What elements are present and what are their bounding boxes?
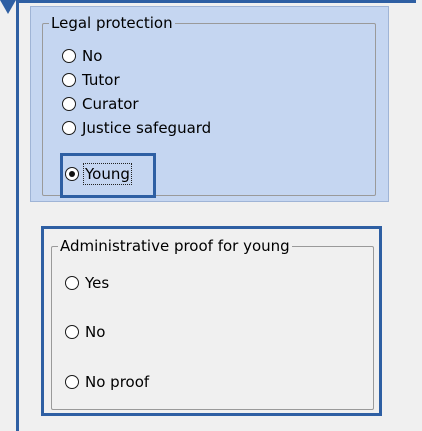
legal-option-tutor-label: Tutor xyxy=(82,71,120,89)
legal-option-young[interactable]: Young xyxy=(65,163,132,185)
legal-option-tutor[interactable]: Tutor xyxy=(62,69,120,91)
radio-icon[interactable] xyxy=(62,49,76,63)
admin-proof-legend: Administrative proof for young xyxy=(60,237,290,255)
legal-option-no[interactable]: No xyxy=(62,45,102,67)
radio-icon[interactable] xyxy=(65,325,79,339)
admin-option-yes-label: Yes xyxy=(85,274,110,292)
legal-option-curator-label: Curator xyxy=(82,95,139,113)
legal-protection-legend: Legal protection xyxy=(51,14,173,32)
legal-option-young-label: Young xyxy=(83,163,132,185)
legal-option-no-label: No xyxy=(82,47,103,65)
admin-option-yes[interactable]: Yes xyxy=(65,272,109,294)
radio-icon[interactable] xyxy=(62,121,76,135)
corner-arrow-icon xyxy=(0,0,16,14)
admin-option-no-proof[interactable]: No proof xyxy=(65,371,149,393)
radio-selected-icon[interactable] xyxy=(65,167,79,181)
radio-icon[interactable] xyxy=(62,97,76,111)
legal-option-justice-safeguard[interactable]: Justice safeguard xyxy=(62,117,211,139)
radio-icon[interactable] xyxy=(65,375,79,389)
window-top-border xyxy=(16,0,416,3)
admin-option-no[interactable]: No xyxy=(65,321,105,343)
admin-option-no-proof-label: No proof xyxy=(85,373,150,391)
admin-option-no-label: No xyxy=(85,323,106,341)
legal-option-curator[interactable]: Curator xyxy=(62,93,139,115)
radio-icon[interactable] xyxy=(62,73,76,87)
radio-icon[interactable] xyxy=(65,276,79,290)
window-left-border xyxy=(16,0,19,431)
legal-option-justice-safeguard-label: Justice safeguard xyxy=(82,119,212,137)
